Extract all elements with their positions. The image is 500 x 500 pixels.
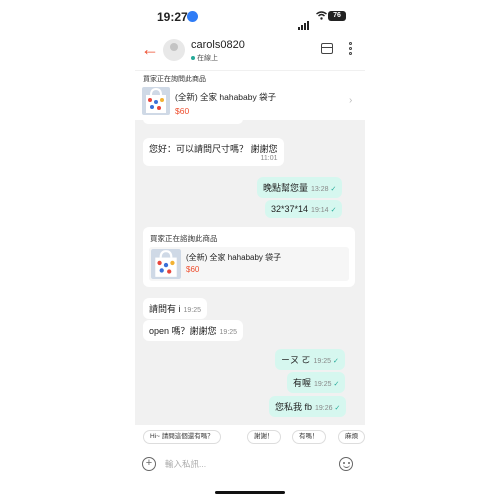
message-text: open 嗎？謝謝您 [149, 326, 217, 336]
message-text: 32*37*14 [271, 204, 309, 214]
home-indicator [215, 491, 285, 494]
read-check-icon: ✓ [333, 381, 340, 388]
chat-username[interactable]: carols0820 [191, 39, 245, 51]
pinned-product-label: 買家正在詢問此商品 [143, 76, 206, 83]
online-status: 在線上 [191, 53, 218, 63]
message-bubble-outgoing[interactable]: 32*37*14 19:14 ✓ [265, 200, 343, 218]
message-text: ㄧㄡ ㄛ [281, 355, 311, 365]
more-vertical-icon[interactable] [349, 42, 353, 57]
pinned-product-bar[interactable]: 買家正在詢問此商品 (全新) 全家 hahababy 袋子 $60 › [135, 70, 365, 120]
message-text: 請問有 i [149, 304, 181, 314]
message-time: 19:25 [314, 381, 332, 388]
chat-header: ← carols0820 在線上 [135, 34, 365, 68]
product-thumbnail [151, 249, 181, 279]
battery-icon: 76 [328, 11, 346, 21]
product-inquiry-card[interactable]: 買家正在諮詢此商品 (全新) 全家 hahababy 袋子 $60 [143, 227, 355, 287]
quick-reply-chip[interactable]: Hi~ 請問這個還有嗎？ [143, 430, 221, 444]
online-status-text: 在線上 [197, 55, 218, 62]
message-bubble-outgoing[interactable]: ㄧㄡ ㄛ 19:25 ✓ [275, 349, 345, 370]
cellular-signal-icon [298, 12, 310, 30]
product-thumbnail [142, 87, 170, 115]
product-card-title: (全新) 全家 hahababy 袋子 [186, 253, 282, 262]
quick-reply-bar: Hi~ 請問這個還有嗎？ 謝謝！ 有嗎！ 麻煩 [135, 425, 365, 449]
message-composer: + [135, 449, 365, 481]
shop-icon[interactable] [321, 43, 333, 54]
chevron-right-icon: › [349, 95, 353, 106]
message-bubble-incoming[interactable]: 您好：可以請問尺寸嗎？ 謝謝您 11:01 [143, 138, 284, 166]
message-time: 19:25 [313, 358, 332, 365]
product-card-item[interactable]: (全新) 全家 hahababy 袋子 $60 [149, 247, 349, 281]
location-arrow-icon [187, 11, 198, 22]
status-bar: 19:27 76 [135, 0, 365, 34]
read-check-icon: ✓ [333, 358, 339, 365]
pinned-product-price: $60 [175, 106, 190, 116]
read-check-icon: ✓ [334, 405, 341, 412]
message-time: 19:25 [219, 329, 238, 336]
message-text: 有喔 [293, 378, 312, 388]
message-time: 19:25 [183, 307, 202, 314]
status-time: 19:27 [157, 10, 188, 24]
pinned-product-title: (全新) 全家 hahababy 袋子 [175, 92, 277, 102]
partial-message-bubble [143, 120, 243, 124]
message-time: 19:26 [315, 405, 333, 412]
read-check-icon: ✓ [330, 207, 337, 214]
emoji-icon[interactable] [339, 457, 353, 471]
message-bubble-outgoing[interactable]: 有喔 19:25 ✓ [287, 372, 346, 393]
avatar[interactable] [163, 39, 185, 61]
quick-reply-chip[interactable]: 麻煩 [338, 430, 365, 444]
quick-reply-chip[interactable]: 謝謝！ [247, 430, 281, 444]
message-bubble-outgoing[interactable]: 晚點幫您量 13:28 ✓ [257, 177, 343, 198]
quick-reply-chip[interactable]: 有嗎！ [292, 430, 326, 444]
product-card-price: $60 [186, 265, 200, 274]
chat-message-list[interactable]: 您好：可以請問尺寸嗎？ 謝謝您 11:01 晚點幫您量 13:28 ✓ 32*37*… [135, 120, 365, 425]
message-time: 19:14 [311, 207, 329, 214]
product-card-heading: 買家正在諮詢此商品 [150, 234, 218, 243]
message-bubble-outgoing[interactable]: 您私我 fb 19:26 ✓ [269, 396, 347, 417]
message-text: 您好：可以請問尺寸嗎？ 謝謝您 [149, 144, 278, 154]
plus-icon[interactable]: + [142, 457, 156, 471]
online-dot-icon [191, 56, 195, 61]
back-arrow-icon[interactable]: ← [141, 39, 159, 60]
message-text: 您私我 fb [275, 402, 313, 412]
message-time: 11:01 [260, 155, 278, 162]
message-input[interactable] [165, 455, 325, 473]
message-bubble-incoming[interactable]: open 嗎？謝謝您 19:25 [143, 320, 244, 341]
wifi-icon [316, 11, 327, 23]
message-time: 13:28 [311, 186, 329, 193]
read-check-icon: ✓ [330, 186, 337, 193]
phone-screen: 19:27 76 ← carols0820 在線上 買家正在詢問此商品 (全新)… [135, 0, 365, 500]
message-bubble-incoming[interactable]: 請問有 i 19:25 [143, 298, 208, 319]
message-text: 晚點幫您量 [263, 183, 309, 193]
